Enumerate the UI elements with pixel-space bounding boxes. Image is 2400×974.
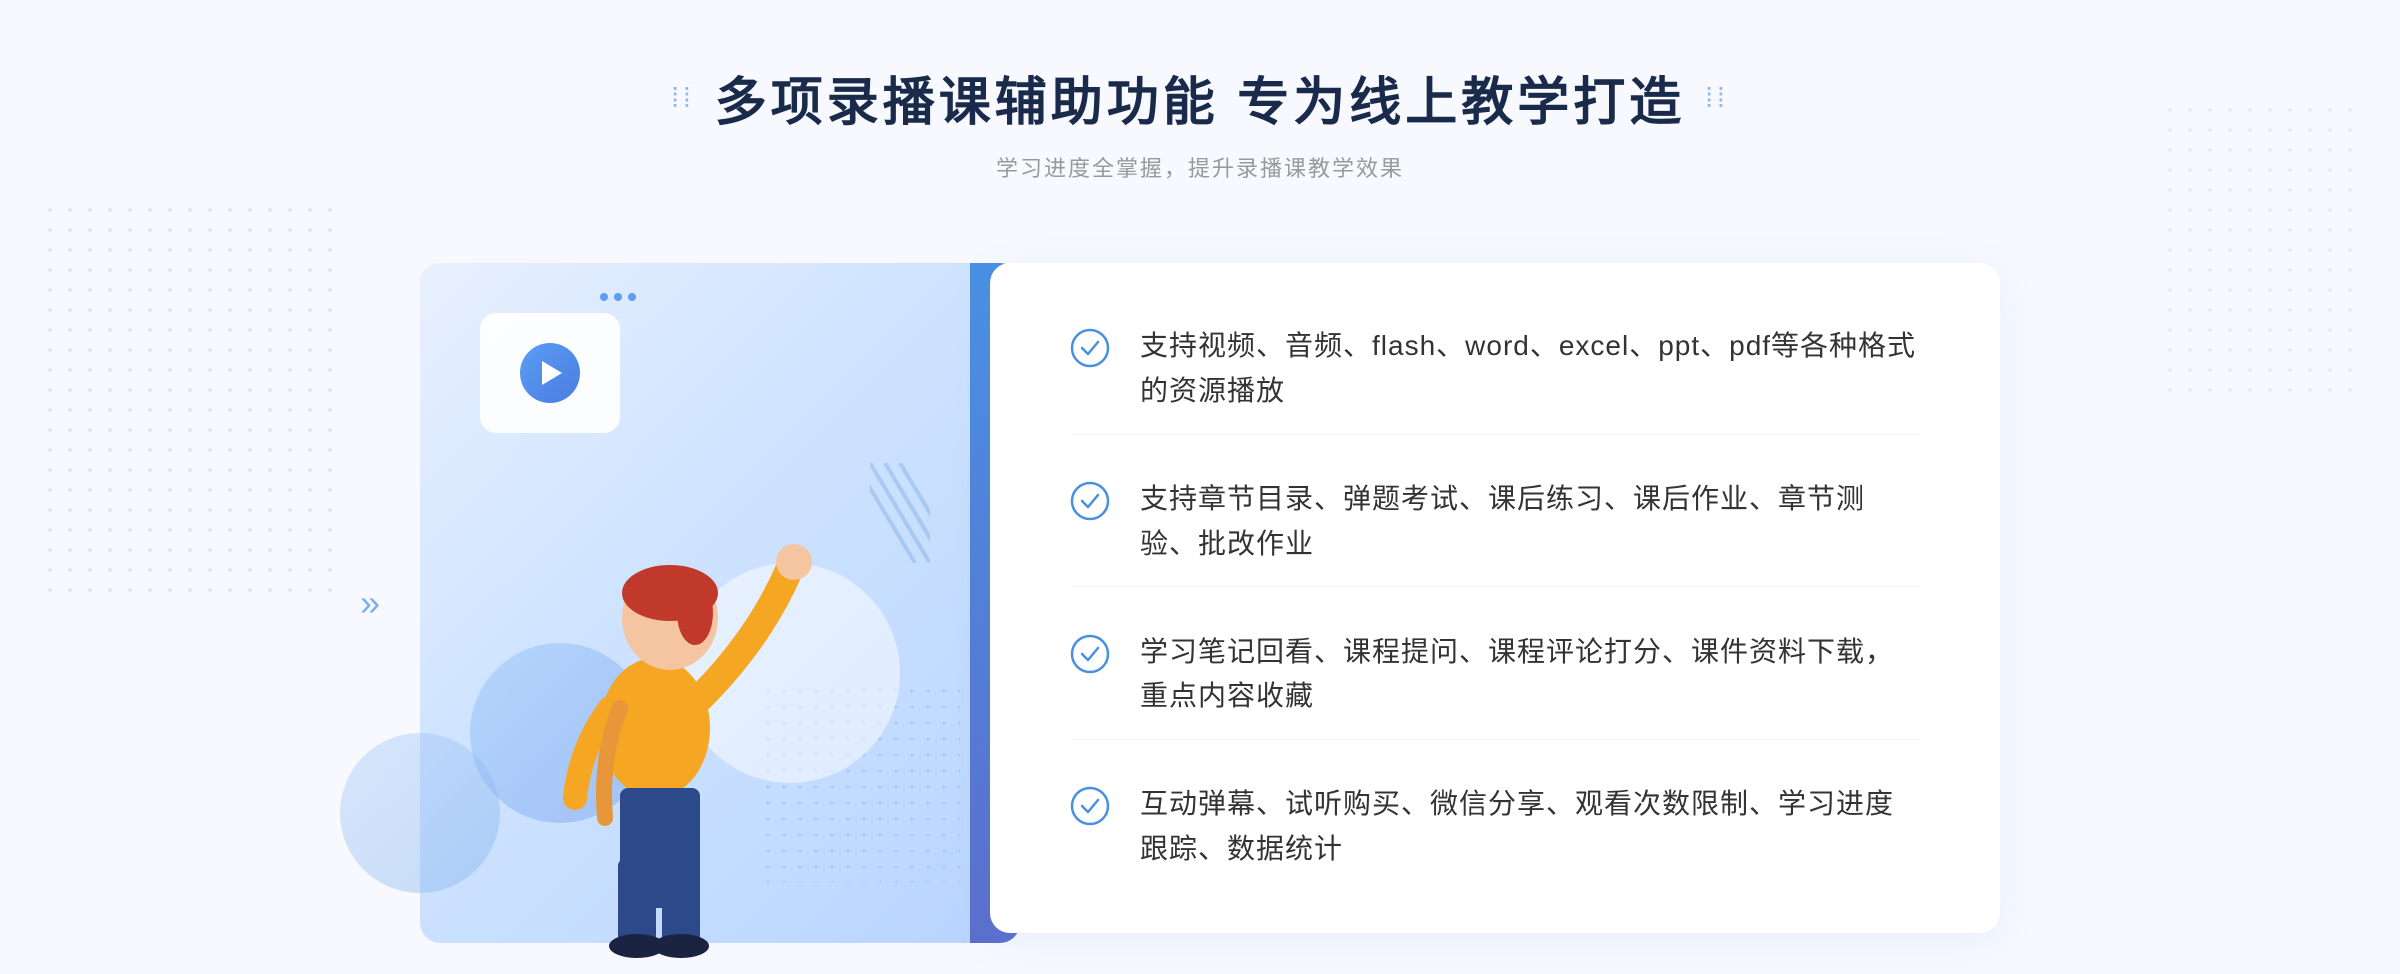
check-icon-2 [1070,481,1110,521]
check-icon-1 [1070,328,1110,368]
header-dots-left: ⁞⁞ [671,82,695,114]
deco-circle-bottom-left [340,733,500,893]
feature-item-4: 互动弹幕、试听购买、微信分享、观看次数限制、学习进度跟踪、数据统计 [1070,762,1920,892]
check-icon-3 [1070,634,1110,674]
feature-item-3: 学习笔记回看、课程提问、课程评论打分、课件资料下载，重点内容收藏 [1070,610,1920,741]
check-icon-4 [1070,786,1110,826]
stripe-deco [870,463,930,563]
feature-text-1: 支持视频、音频、flash、word、excel、ppt、pdf等各种格式的资源… [1140,324,1920,414]
right-panel: 支持视频、音频、flash、word、excel、ppt、pdf等各种格式的资源… [990,263,2000,933]
header-dots-right: ⁞⁞ [1705,82,1729,114]
sparkle-decoration [600,293,636,301]
play-bubble [480,313,620,433]
sparkle-dot-3 [628,293,636,301]
feature-text-3: 学习笔记回看、课程提问、课程评论打分、课件资料下载，重点内容收藏 [1140,630,1920,720]
feature-text-2: 支持章节目录、弹题考试、课后练习、课后作业、章节测验、批改作业 [1140,477,1920,567]
person-illustration [480,438,840,963]
feature-text-4: 互动弹幕、试听购买、微信分享、观看次数限制、学习进度跟踪、数据统计 [1140,782,1920,872]
header-title-row: ⁞⁞ 多项录播课辅助功能 专为线上教学打造 ⁞⁞ [671,60,1729,135]
page-container: ⁞⁞ 多项录播课辅助功能 专为线上教学打造 ⁞⁞ 学习进度全掌握，提升录播课教学… [0,0,2400,974]
feature-item-1: 支持视频、音频、flash、word、excel、ppt、pdf等各种格式的资源… [1070,304,1920,435]
chevron-left-icon: » [360,585,380,621]
feature-item-2: 支持章节目录、弹题考试、课后练习、课后作业、章节测验、批改作业 [1070,457,1920,588]
sparkle-dot-2 [614,293,622,301]
header-section: ⁞⁞ 多项录播课辅助功能 专为线上教学打造 ⁞⁞ 学习进度全掌握，提升录播课教学… [671,60,1729,183]
bg-dots-right [2160,100,2360,400]
play-icon [520,343,580,403]
bg-dots-left [40,200,340,600]
play-triangle [542,361,562,385]
left-illustration: » [400,233,1020,973]
left-arrows: » [360,585,380,621]
sparkle-dot-1 [600,293,608,301]
page-subtitle: 学习进度全掌握，提升录播课教学效果 [671,151,1729,183]
content-area: » 支持视频、音频、flash、word、excel、ppt、pdf等各种格式的… [400,233,2000,973]
page-title: 多项录播课辅助功能 专为线上教学打造 [715,60,1685,135]
